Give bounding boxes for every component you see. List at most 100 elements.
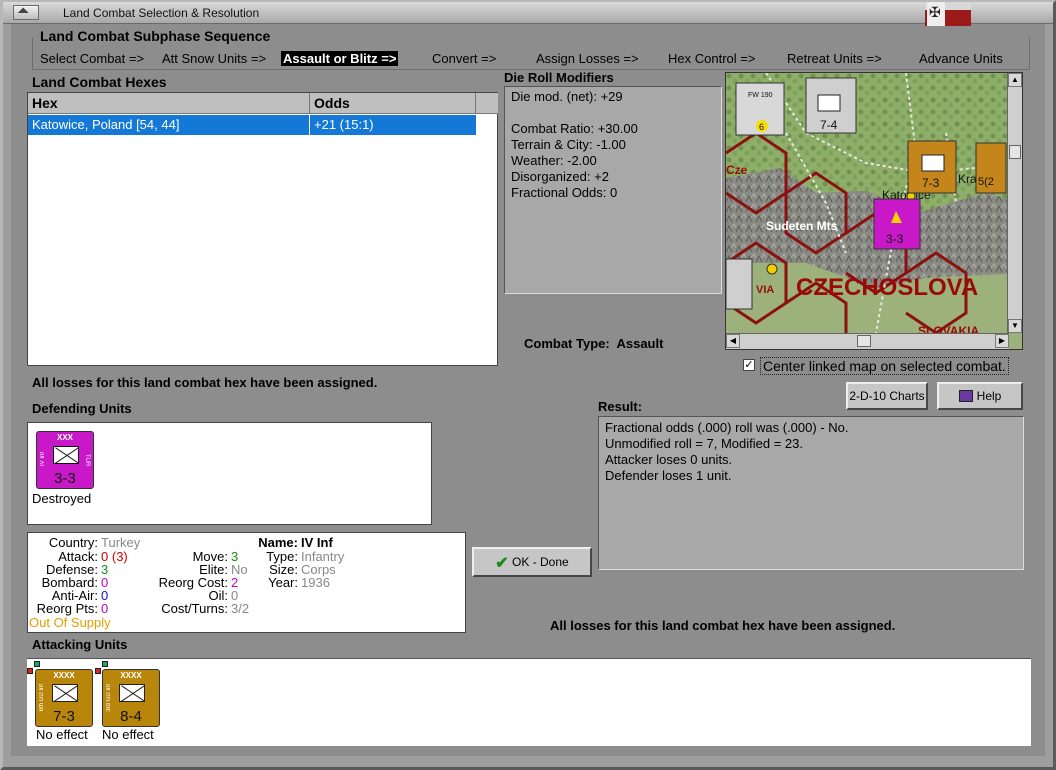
attacker-counter[interactable]: XXXX 3rd GD Inf 8-4 xyxy=(102,669,160,727)
hex-cell: Katowice, Poland [54, 44] xyxy=(32,117,180,132)
help-button-label: Help xyxy=(976,389,1002,403)
losses-assigned-message: All losses for this land combat hex have… xyxy=(32,375,378,390)
scroll-right-arrow[interactable]: ▶ xyxy=(995,334,1009,348)
attacker-counter[interactable]: XXXX 6th GD Inf 7-3 xyxy=(35,669,93,727)
echelon-label: XXX xyxy=(56,433,73,442)
title-bar: Land Combat Selection & Resolution xyxy=(3,2,1053,26)
result-line: Unmodified roll = 7, Modified = 23. xyxy=(605,436,803,451)
help-button[interactable]: Help xyxy=(937,382,1023,410)
status-flag-icon xyxy=(102,661,108,667)
collapse-button[interactable] xyxy=(13,5,39,20)
result-line: Defender loses 1 unit. xyxy=(605,468,732,483)
center-map-checkbox[interactable]: ✓ xyxy=(743,359,755,371)
unit-name-vertical: IV Inf xyxy=(40,452,46,467)
map-label-kra: Kra xyxy=(958,172,977,186)
reorg-pts-value: 0 xyxy=(101,601,109,616)
infantry-icon xyxy=(53,446,79,464)
cost-turns-value: 3/2 xyxy=(231,601,250,616)
subphase-title: Land Combat Subphase Sequence xyxy=(40,28,271,44)
losses-assigned-message-2: All losses for this land combat hex have… xyxy=(550,618,896,633)
scroll-down-arrow[interactable]: ▼ xyxy=(1008,319,1022,333)
country-code: TUR xyxy=(84,454,90,467)
map-unit-aircraft: FW 190 xyxy=(748,92,773,99)
hex-table: Hex Odds Katowice, Poland [54, 44] +21 (… xyxy=(27,92,498,366)
column-divider xyxy=(309,115,310,135)
map-label-sudeten: Sudeten Mts xyxy=(766,219,838,233)
map-unit-7-4: 7-4 xyxy=(820,118,838,132)
table-row[interactable]: Katowice, Poland [54, 44] +21 (15:1) xyxy=(28,115,476,135)
map-terrain: Sudeten Mts CZECHOSLOVA SLOVAKIA Katowic… xyxy=(726,73,1022,349)
country-value: Turkey xyxy=(101,535,141,550)
phase-retreat-units: Retreat Units => xyxy=(787,51,882,66)
attacking-units-box: XXXX 6th GD Inf 7-3 No effect XXXX 3rd G… xyxy=(27,658,1031,746)
status-flag-icon xyxy=(95,668,101,674)
german-flag-icon xyxy=(925,2,971,26)
phase-advance-units: Advance Units xyxy=(919,51,1003,66)
check-icon: ✔ xyxy=(495,555,509,572)
echelon-label: XXXX xyxy=(120,671,142,680)
phase-convert: Convert => xyxy=(432,51,497,66)
scroll-thumb[interactable] xyxy=(857,335,871,347)
scroll-up-arrow[interactable]: ▲ xyxy=(1008,73,1022,87)
status-flag-icon xyxy=(27,668,33,674)
die-roll-box: Die mod. (net): +29 Combat Ratio: +30.00… xyxy=(504,86,722,294)
map-horizontal-scrollbar[interactable]: ◀ ▶ xyxy=(726,333,1009,349)
country-label: Country: xyxy=(48,535,98,550)
map-unit-partial: 5(2 xyxy=(978,176,994,188)
defending-units-box: XXX IV Inf TUR 3-3 Destroyed xyxy=(27,422,432,525)
charts-button[interactable]: 2-D-10 Charts xyxy=(846,382,928,410)
book-icon xyxy=(958,390,973,402)
column-header-filler xyxy=(476,93,498,114)
cost-turns-label: Cost/Turns: xyxy=(161,601,228,616)
odds-cell: +21 (15:1) xyxy=(314,117,374,132)
phase-assign-losses: Assign Losses => xyxy=(536,51,639,66)
strength-label: 3-3 xyxy=(54,470,76,487)
result-box: Fractional odds (.000) roll was (.000) -… xyxy=(598,416,1024,570)
window-title: Land Combat Selection & Resolution xyxy=(63,6,260,20)
linked-map[interactable]: Sudeten Mts CZECHOSLOVA SLOVAKIA Katowic… xyxy=(725,72,1023,350)
name-label: Name: xyxy=(258,535,298,550)
phase-hex-control: Hex Control => xyxy=(668,51,756,66)
attacking-title: Attacking Units xyxy=(32,637,128,652)
center-map-label[interactable]: Center linked map on selected combat. xyxy=(760,357,1009,375)
combat-ratio: Combat Ratio: +30.00 xyxy=(511,121,638,136)
map-unit-7-3: 7-3 xyxy=(922,176,940,190)
result-line: Attacker loses 0 units. xyxy=(605,452,733,467)
phase-assault-or-blitz: Assault or Blitz => xyxy=(281,51,399,66)
strength-label: 8-4 xyxy=(120,708,142,725)
attacker-status: No effect xyxy=(102,727,154,742)
terrain-city: Terrain & City: -1.00 xyxy=(511,137,626,152)
map-unit-3-3: 3-3 xyxy=(886,232,904,246)
map-label-czechoslova: CZECHOSLOVA xyxy=(796,274,978,301)
column-header-hex[interactable]: Hex xyxy=(28,93,310,114)
year-label: Year: xyxy=(268,575,298,590)
name-value: IV Inf xyxy=(301,535,333,550)
infantry-icon xyxy=(119,684,145,702)
result-title: Result: xyxy=(598,399,643,414)
map-unit-aircraft-str: 6 xyxy=(759,122,764,132)
unit-info-box: Country: Turkey Attack: 0 (3) Defense: 3… xyxy=(27,532,466,633)
map-label-via: VIA xyxy=(756,284,774,296)
result-line: Fractional odds (.000) roll was (.000) -… xyxy=(605,420,849,435)
chevron-icon xyxy=(18,7,29,18)
supply-status: Out Of Supply xyxy=(29,615,111,630)
disorganized: Disorganized: +2 xyxy=(511,169,609,184)
combat-type-label: Combat Type: xyxy=(524,336,610,351)
echelon-label: XXXX xyxy=(53,671,75,680)
left-border xyxy=(3,24,11,767)
year-value: 1936 xyxy=(301,575,330,590)
combat-type: Combat Type: Assault xyxy=(524,336,663,351)
attacker-status: No effect xyxy=(36,727,88,742)
combat-type-value: Assault xyxy=(616,336,664,351)
reorg-pts-label: Reorg Pts: xyxy=(36,601,98,616)
column-header-odds[interactable]: Odds xyxy=(310,93,476,114)
scroll-thumb[interactable] xyxy=(1009,145,1021,159)
ok-done-button[interactable]: ✔ OK - Done xyxy=(472,547,592,577)
fractional-odds: Fractional Odds: 0 xyxy=(511,185,618,200)
strength-label: 7-3 xyxy=(53,708,75,725)
map-vertical-scrollbar[interactable]: ▲ ▼ xyxy=(1007,73,1022,333)
defender-counter[interactable]: XXX IV Inf TUR 3-3 xyxy=(36,431,94,489)
attack-base: (3) xyxy=(111,549,128,564)
scroll-left-arrow[interactable]: ◀ xyxy=(726,334,740,348)
